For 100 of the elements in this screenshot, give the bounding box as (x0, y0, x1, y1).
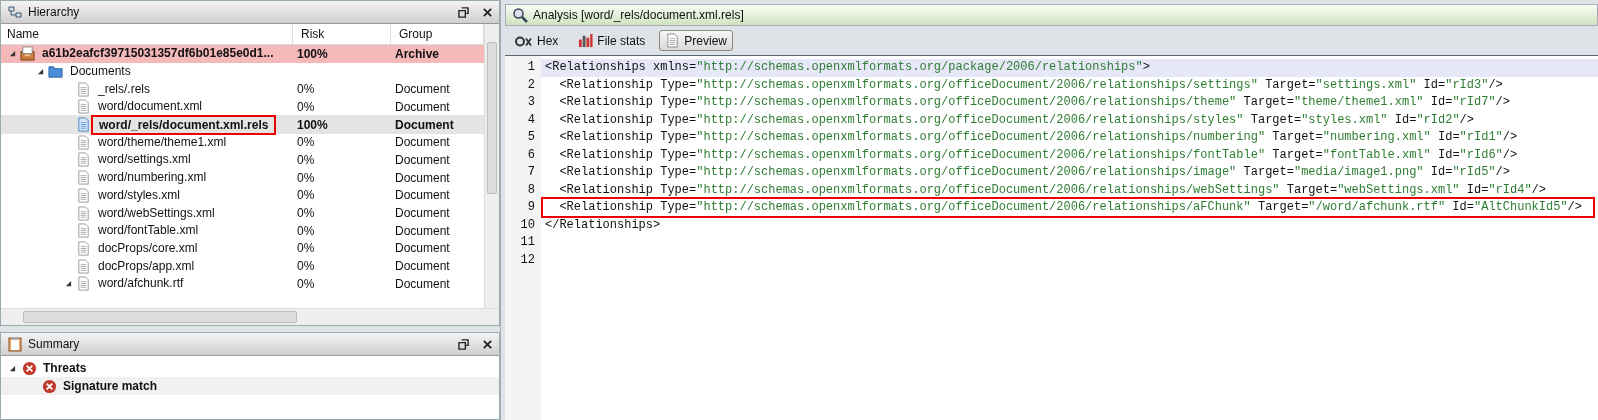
restore-icon[interactable] (458, 338, 469, 350)
line-number: 12 (519, 251, 536, 269)
line-number: 3 (526, 94, 536, 111)
line-number: 8 (526, 181, 536, 199)
view-tab[interactable]: Preview (659, 30, 734, 51)
code-line: <Relationship Type="http://schemas.openxmlformats.org/officeDocument/2006/relationships/aFChunk" Target="/word/afchunk.rtf" Id="AltChunkId5"/> (558, 199, 1583, 216)
tree-row[interactable]: word/webSettings.xml 0% Document (1, 204, 484, 222)
panel-title: Hierarchy (28, 5, 80, 19)
group-value: Document (395, 206, 450, 221)
item-name: word/webSettings.xml (97, 204, 216, 222)
tree-row[interactable]: word/fontTable.xml 0% Document (1, 221, 484, 240)
tree-row[interactable]: word/settings.xml 0% Document (1, 151, 484, 169)
line-number: 6 (526, 146, 536, 164)
group-value: Document (395, 259, 450, 274)
column-header[interactable]: Risk (293, 24, 391, 44)
expand-arrow-icon[interactable] (9, 364, 16, 372)
item-name: word/afchunk.rtf (97, 275, 185, 293)
tree-row[interactable]: Documents (1, 62, 484, 81)
tree-row[interactable]: word/theme/theme1.xml 0% Document (1, 133, 484, 152)
document-icon (76, 170, 91, 186)
hierarchy-icon (7, 4, 23, 20)
tree-row[interactable]: a61b2eafcf39715031357df6b01e85e0d1... 100% Archive (1, 45, 484, 63)
search-icon (512, 7, 528, 23)
tree-row[interactable]: docProps/app.xml 0% Document (1, 257, 484, 275)
code-line: <Relationship Type="http://schemas.openxmlformats.org/officeDocument/2006/relationships/numbering" Target="numbering.xml" Id="rId1"/> (558, 129, 1519, 146)
document-icon (76, 276, 91, 292)
close-icon[interactable] (482, 6, 493, 18)
threat-label: Signature match (63, 379, 158, 393)
line-number: 9 (526, 199, 536, 216)
item-name: word/theme/theme1.xml (97, 133, 228, 151)
line-number: 4 (526, 111, 536, 129)
vertical-scrollbar[interactable] (484, 24, 499, 308)
line-number: 5 (526, 129, 536, 146)
summary-row[interactable]: Threats (1, 359, 499, 377)
document-icon (76, 99, 91, 115)
risk-value: 0% (297, 241, 315, 256)
line-number: 7 (526, 164, 536, 181)
line-number: 2 (526, 76, 536, 94)
group-value: Document (395, 99, 450, 114)
document-icon (76, 240, 91, 256)
code-line: <Relationship Type="http://schemas.openxmlformats.org/officeDocument/2006/relationships/webSettings" Target="webSettings.xml" Id="rId4"/> (558, 181, 1547, 199)
view-tab[interactable]: File stats (572, 30, 652, 51)
code-line: <Relationship Type="http://schemas.openxmlformats.org/officeDocument/2006/relationships/fontTable" Target="fontTable.xml" Id="rId6"/> (558, 146, 1519, 164)
group-value: Archive (395, 46, 440, 61)
tree-row[interactable]: word/numbering.xml 0% Document (1, 168, 484, 187)
item-name: word/document.xml (97, 98, 204, 116)
document-icon (76, 134, 91, 150)
view-tab[interactable]: Hex (509, 30, 565, 51)
risk-value: 0% (297, 170, 315, 185)
error-icon (22, 360, 37, 376)
item-name: word/styles.xml (97, 186, 181, 204)
line-number: 10 (519, 216, 536, 234)
risk-value: 0% (297, 135, 315, 150)
document-icon (76, 81, 91, 97)
group-value: Document (395, 276, 450, 291)
document-icon (76, 152, 91, 168)
expand-arrow-icon[interactable] (37, 68, 44, 76)
document-icon (76, 205, 91, 221)
group-value: Document (395, 82, 450, 97)
group-value: Document (395, 152, 450, 167)
item-name: word/fontTable.xml (97, 222, 200, 240)
bar-chart-icon (578, 33, 594, 48)
panel-title: Summary (28, 337, 80, 351)
expand-arrow-icon[interactable] (65, 280, 72, 288)
clipboard-icon (7, 336, 23, 352)
error-icon (42, 378, 57, 394)
restore-icon[interactable] (458, 6, 469, 18)
code-line: <Relationship Type="http://schemas.openxmlformats.org/officeDocument/2006/relationships/image" Target="media/image1.png" Id="rId5"/> (558, 164, 1511, 181)
document-icon (76, 258, 91, 274)
code-line: </Relationships> (545, 216, 662, 234)
tree-row[interactable]: word/_rels/document.xml.rels 100% Document (1, 114, 484, 135)
tree-row[interactable]: _rels/.rels 0% Document (1, 80, 484, 99)
group-value: Document (395, 170, 450, 185)
column-header[interactable]: Name (1, 24, 293, 44)
tree-row[interactable]: docProps/core.xml 0% Document (1, 239, 484, 258)
code-line: <Relationship Type="http://schemas.openxmlformats.org/officeDocument/2006/relationships/settings" Target="settings.xml" Id="rId3"/> (558, 76, 1504, 94)
code-line: <Relationship Type="http://schemas.openxmlformats.org/officeDocument/2006/relationships/theme" Target="theme/theme1.xml" Id="rId7"/> (558, 94, 1511, 111)
risk-value: 100% (297, 46, 328, 61)
group-value: Document (395, 223, 450, 238)
document-icon (76, 117, 91, 133)
item-name: word/settings.xml (97, 151, 192, 169)
document-icon (76, 187, 91, 203)
item-name: docProps/core.xml (97, 239, 199, 257)
folder-icon (48, 64, 63, 80)
item-name: a61b2eafcf39715031357df6b01e85e0d1... (41, 45, 275, 63)
tree-row[interactable]: word/styles.xml 0% Document (1, 186, 484, 205)
tree-row[interactable]: word/afchunk.rtf 0% Document (1, 274, 484, 293)
item-name: word/_rels/document.xml.rels (91, 114, 277, 135)
document-icon (665, 33, 681, 48)
summary-row[interactable]: Signature match (1, 377, 499, 395)
group-value: Document (395, 241, 450, 256)
archive-icon (20, 46, 35, 62)
expand-arrow-icon[interactable] (9, 50, 16, 58)
tree-row[interactable]: word/document.xml 0% Document (1, 98, 484, 116)
risk-value: 0% (297, 259, 315, 274)
risk-value: 100% (297, 117, 328, 132)
risk-value: 0% (297, 152, 315, 167)
horizontal-scrollbar[interactable] (1, 308, 499, 325)
close-icon[interactable] (482, 338, 493, 350)
group-value: Document (395, 188, 450, 203)
